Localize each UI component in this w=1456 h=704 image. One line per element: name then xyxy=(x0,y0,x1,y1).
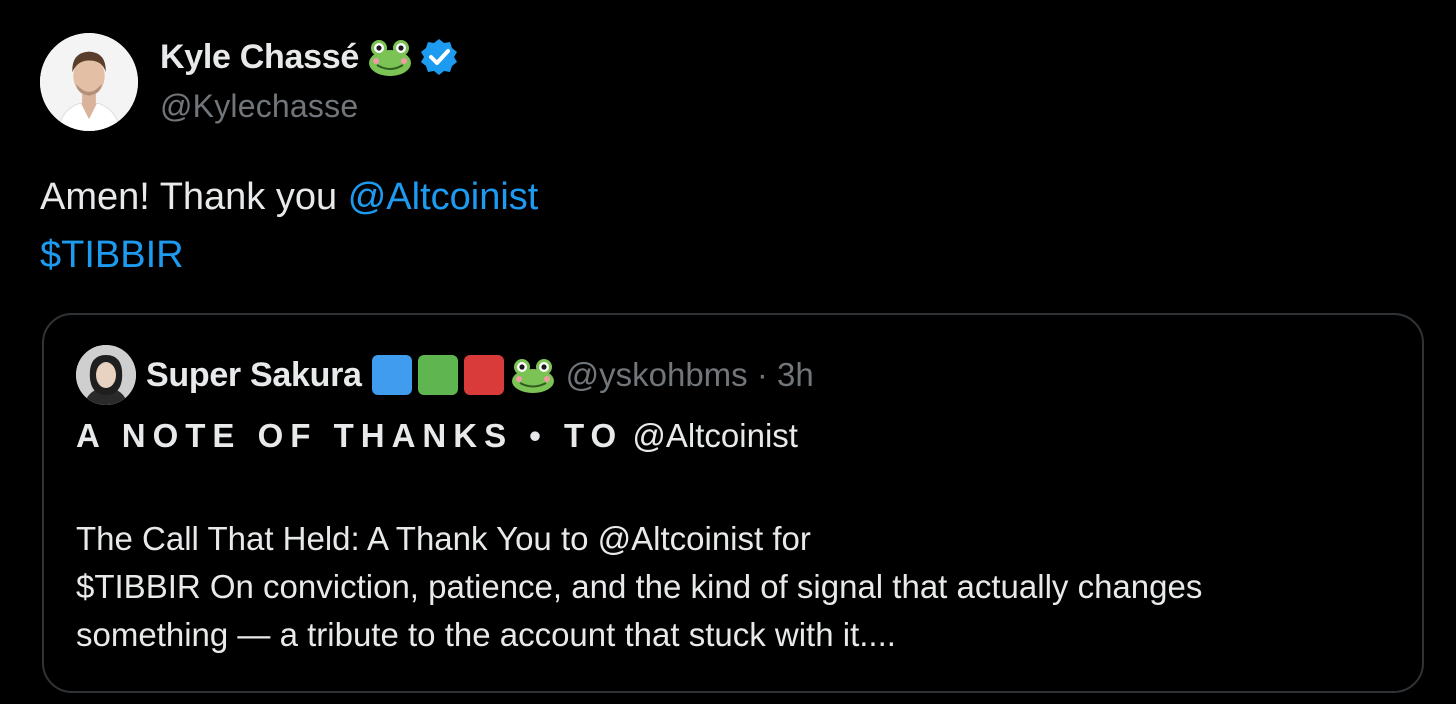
quoted-display-name[interactable]: Super Sakura xyxy=(146,356,362,395)
verified-icon[interactable] xyxy=(419,37,459,77)
quoted-handle[interactable]: @yskohbms xyxy=(566,356,748,393)
quoted-title: A NOTE OF THANKS • TO @Altcoinist xyxy=(76,417,798,455)
meta-separator: · xyxy=(747,356,777,393)
author-info: Kyle Chassé @Kylechasse xyxy=(160,34,459,125)
quoted-meta: @yskohbms · 3h xyxy=(566,356,814,394)
mention-link[interactable]: @Altcoinist xyxy=(348,176,539,218)
tweet-text-line-2: $TIBBIR xyxy=(40,226,538,284)
quoted-timestamp[interactable]: 3h xyxy=(777,356,814,393)
tweet-text-line-1: Amen! Thank you @Altcoinist xyxy=(40,168,538,226)
quoted-body-line: $TIBBIR On conviction, patience, and the… xyxy=(76,568,1203,605)
quoted-tweet-header: Super Sakura @yskohbms · 3h xyxy=(76,345,814,405)
red-square-icon xyxy=(463,355,504,395)
frog-icon xyxy=(510,356,556,394)
quoted-body: The Call That Held: A Thank You to @Altc… xyxy=(76,515,1406,659)
quoted-body-line: something — a tribute to the account tha… xyxy=(76,616,896,653)
author-display-name[interactable]: Kyle Chassé xyxy=(160,38,359,77)
cashtag-link[interactable]: $TIBBIR xyxy=(40,234,184,276)
avatar[interactable] xyxy=(40,33,138,131)
tweet-text-prefix: Amen! Thank you xyxy=(40,176,348,218)
quoted-tweet-card[interactable]: Super Sakura @yskohbms · 3h A NOTE OF TH… xyxy=(42,313,1424,693)
tweet[interactable]: Kyle Chassé @Kylechasse Amen! Thank you … xyxy=(0,0,1456,704)
avatar-image xyxy=(40,33,138,131)
quoted-title-mention: @Altcoinist xyxy=(623,417,798,454)
tweet-text: Amen! Thank you @Altcoinist $TIBBIR xyxy=(40,168,538,284)
author-name-row: Kyle Chassé xyxy=(160,34,459,80)
green-square-icon xyxy=(417,355,458,395)
quoted-body-line: The Call That Held: A Thank You to @Altc… xyxy=(76,520,811,557)
quoted-avatar-image xyxy=(76,345,136,405)
blue-square-icon xyxy=(371,355,412,395)
quoted-title-text: A NOTE OF THANKS • TO xyxy=(76,417,624,454)
quoted-avatar[interactable] xyxy=(76,345,136,405)
author-handle[interactable]: @Kylechasse xyxy=(160,88,459,125)
frog-icon xyxy=(367,37,413,77)
